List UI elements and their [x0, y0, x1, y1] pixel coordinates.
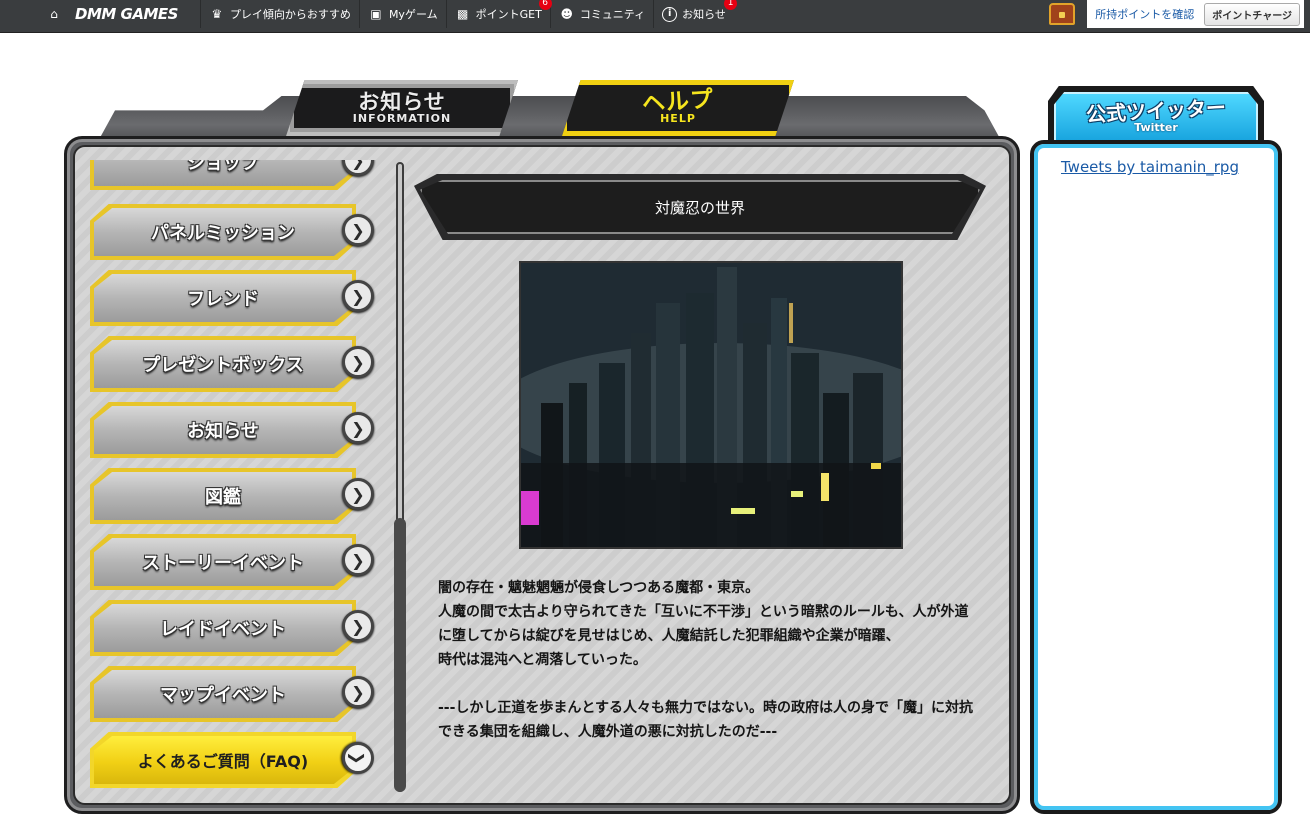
menu-plate-inner: 図鑑: [94, 472, 352, 520]
nav-notice-label: お知らせ: [682, 8, 726, 21]
menu-item-shop[interactable]: ショップ ❯: [90, 160, 374, 190]
dmm-top-bar: ⌂ DMM GAMES ♛ プレイ傾向からおすすめ ▣ Myゲーム ▩ ポイント…: [0, 0, 1310, 33]
menu-item-notice[interactable]: お知らせ ❯: [90, 402, 374, 458]
content-title: 対魔忍の世界: [654, 198, 745, 217]
tab-help-label: ヘルプ: [641, 86, 715, 118]
twitter-timeline-link[interactable]: Tweets by taimanin_rpg: [1061, 158, 1239, 176]
nav-point-get[interactable]: ▩ ポイントGET 6: [447, 0, 552, 28]
point-get-badge: 6: [538, 0, 552, 10]
notice-badge: 1: [724, 0, 738, 10]
help-menu: ショップ ❯ パネルミッション ❯ フレンド ❯ プレゼントボックス ❯ お知ら…: [84, 160, 384, 800]
chevron-right-icon: ❯: [342, 544, 374, 576]
city-skyline-image: [521, 263, 901, 547]
chevron-down-icon: ❯: [342, 742, 374, 774]
menu-plate-inner: レイドイベント: [94, 604, 352, 652]
menu-item-label: レイドイベント: [160, 619, 286, 640]
nav-recommend[interactable]: ♛ プレイ傾向からおすすめ: [201, 0, 360, 28]
gamepad-icon: ▣: [370, 7, 382, 21]
chevron-right-icon: ❯: [342, 280, 374, 312]
nav-point-get-label: ポイントGET: [475, 8, 542, 21]
menu-item-story-event[interactable]: ストーリーイベント ❯: [90, 534, 374, 590]
world-illustration: [519, 261, 903, 549]
content-paragraph: 闇の存在・魑魅魍魎が侵食しつつある魔都・東京。: [438, 580, 760, 596]
content-title-bar: 対魔忍の世界: [420, 180, 980, 234]
menu-item-raid-event[interactable]: レイドイベント ❯: [90, 600, 374, 656]
menu-plate-inner: プレゼントボックス: [94, 340, 352, 388]
menu-item-present-box[interactable]: プレゼントボックス ❯: [90, 336, 374, 392]
tab-information[interactable]: お知らせ INFORMATION: [286, 80, 518, 136]
menu-plate-inner: お知らせ: [94, 406, 352, 454]
menu-plate-inner: よくあるご質問（FAQ): [94, 736, 352, 784]
tab-information-label: お知らせ: [358, 90, 446, 114]
tab-information-sublabel: INFORMATION: [352, 112, 452, 125]
crown-icon: ♛: [211, 7, 223, 21]
twitter-panel: [1030, 140, 1282, 814]
top-nav: ⌂ DMM GAMES ♛ プレイ傾向からおすすめ ▣ Myゲーム ▩ ポイント…: [38, 0, 738, 28]
dmm-games-logo: DMM GAMES: [75, 5, 178, 23]
twitter-header: 公式ツイッター Twitter: [1054, 92, 1258, 142]
top-right-area: 所持ポイントを確認 ポイントチャージ: [1049, 0, 1304, 28]
menu-scrollbar-thumb[interactable]: [394, 518, 406, 792]
check-points-link[interactable]: 所持ポイントを確認: [1095, 6, 1194, 22]
menu-item-label: ストーリーイベント: [142, 553, 304, 574]
chevron-right-icon: ❯: [342, 610, 374, 642]
menu-item-label: 図鑑: [205, 487, 241, 508]
treasure-chest-icon[interactable]: [1049, 3, 1076, 25]
content-paragraph: 人魔の間で太古より守られてきた「互いに不干渉」という暗黙のルールも、人が外道に堕…: [438, 604, 969, 644]
menu-item-faq[interactable]: よくあるご質問（FAQ) ❯: [90, 732, 374, 788]
content-body: 闇の存在・魑魅魍魎が侵食しつつある魔都・東京。 人魔の間で太古より守られてきた「…: [438, 576, 978, 744]
menu-item-label: プレゼントボックス: [142, 355, 304, 376]
chevron-right-icon: ❯: [342, 676, 374, 708]
menu-item-label: ショップ: [187, 160, 259, 174]
menu-item-label: よくあるご質問（FAQ): [137, 752, 309, 771]
menu-item-label: お知らせ: [187, 421, 259, 442]
twitter-header-title: 公式ツイッター: [1085, 95, 1227, 127]
point-charge-button[interactable]: ポイントチャージ: [1204, 2, 1300, 26]
menu-item-map-event[interactable]: マップイベント ❯: [90, 666, 374, 722]
chevron-right-icon: ❯: [342, 478, 374, 510]
menu-plate-inner: パネルミッション: [94, 208, 352, 256]
menu-item-label: マップイベント: [160, 685, 286, 706]
home-icon: ⌂: [50, 7, 58, 21]
menu-plate-inner: マップイベント: [94, 670, 352, 718]
menu-plate-inner: ストーリーイベント: [94, 538, 352, 586]
nav-my-games[interactable]: ▣ Myゲーム: [360, 0, 447, 28]
chevron-right-icon: ❯: [342, 412, 374, 444]
menu-plate-inner: ショップ: [94, 160, 352, 186]
chevron-right-icon: ❯: [342, 214, 374, 246]
menu-item-panel-mission[interactable]: パネルミッション ❯: [90, 204, 374, 260]
menu-item-encyclopedia[interactable]: 図鑑 ❯: [90, 468, 374, 524]
menu-item-label: パネルミッション: [151, 223, 295, 244]
point-box: 所持ポイントを確認 ポイントチャージ: [1087, 0, 1304, 28]
info-icon: i: [662, 6, 678, 22]
nav-my-games-label: Myゲーム: [388, 8, 438, 21]
menu-plate-inner: フレンド: [94, 274, 352, 322]
content-paragraph: 時代は混沌へと凋落していった。: [438, 652, 647, 668]
nav-notice[interactable]: i お知らせ 1: [654, 0, 738, 28]
dmm-games-home-link[interactable]: ⌂ DMM GAMES: [38, 0, 201, 28]
gift-icon: ▩: [456, 7, 469, 21]
content-paragraph: ---しかし正道を歩まんとする人々も無力ではない。時の政府は人の身で「魔」に対抗…: [438, 700, 974, 740]
menu-item-label: フレンド: [187, 289, 259, 310]
nav-community-label: コミュニティ: [579, 8, 646, 21]
nav-community[interactable]: ☻ コミュニティ: [551, 0, 655, 28]
chevron-right-icon: ❯: [342, 346, 374, 378]
tab-help[interactable]: ヘルプ HELP: [562, 80, 794, 136]
menu-item-friend[interactable]: フレンド ❯: [90, 270, 374, 326]
people-icon: ☻: [560, 7, 574, 21]
nav-recommend-label: プレイ傾向からおすすめ: [229, 8, 351, 21]
